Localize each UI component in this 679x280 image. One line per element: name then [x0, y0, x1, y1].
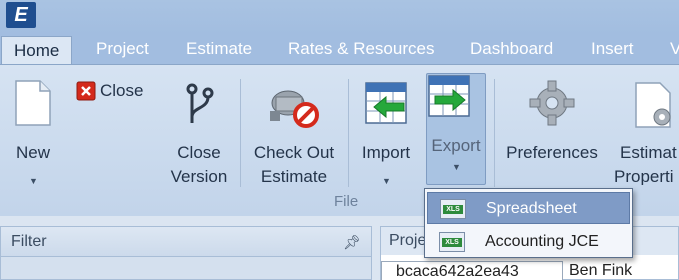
document-gear-icon [635, 82, 671, 128]
xls-icon: XLS [440, 199, 466, 219]
ribbon-separator [240, 79, 241, 187]
export-table-icon [428, 75, 470, 117]
title-bar: E [0, 0, 679, 34]
close-version-label-2: Version [170, 167, 228, 186]
check-out-label-1: Check Out [253, 143, 335, 162]
export-dropdown-menu: XLS Spreadsheet XLS Accounting JCE [424, 188, 633, 258]
branch-icon [186, 83, 214, 123]
preferences-button[interactable]: Preferences [500, 73, 604, 185]
menu-item-accounting-jce-label: Accounting JCE [485, 233, 599, 250]
new-document-icon [15, 80, 51, 126]
chevron-down-icon: ▼ [29, 176, 38, 186]
tab-estimate[interactable]: Estimate [186, 34, 252, 64]
xls-icon: XLS [439, 232, 465, 252]
menu-item-accounting-jce[interactable]: XLS Accounting JCE [427, 226, 630, 258]
menu-item-spreadsheet-label: Spreadsheet [486, 200, 577, 217]
tab-insert[interactable]: Insert [591, 34, 634, 64]
ribbon-separator [348, 79, 349, 187]
export-button[interactable]: Export ▼ [426, 73, 486, 185]
project-owner: Ben Fink [569, 262, 633, 279]
close-label: Close [100, 81, 144, 100]
check-out-estimate-button[interactable]: Check Out Estimate [246, 73, 342, 186]
gear-icon [529, 80, 575, 126]
import-button[interactable]: Import ▼ [354, 73, 418, 186]
estimate-properties-button[interactable]: Estimat Properti [614, 73, 679, 185]
tab-dashboard[interactable]: Dashboard [470, 34, 553, 64]
ribbon-separator [494, 79, 495, 187]
pin-icon[interactable]: 📌︎ [343, 227, 361, 257]
check-out-icon [270, 90, 319, 128]
chevron-down-icon: ▼ [382, 176, 391, 186]
tab-rates-resources[interactable]: Rates & Resources [288, 34, 434, 64]
import-label: Import [361, 143, 411, 162]
close-version-button[interactable]: Close Version [164, 73, 234, 186]
check-out-label-2: Estimate [260, 167, 328, 186]
filter-panel-title: Filter [11, 233, 47, 250]
tab-project[interactable]: Project [96, 34, 149, 64]
ribbon-tab-bar: Home Project Estimate Rates & Resources … [0, 34, 679, 65]
filter-panel: Filter 📌︎ [0, 226, 372, 280]
ribbon-group-label: File [334, 193, 359, 210]
close-button[interactable]: Close [74, 77, 146, 105]
new-label: New [15, 143, 50, 162]
close-version-label-1: Close [177, 143, 221, 162]
app-logo-icon[interactable]: E [6, 2, 36, 28]
tab-home[interactable]: Home [1, 36, 73, 65]
tab-view[interactable]: V [670, 34, 679, 64]
project-id-select[interactable]: bcaca642a2ea43 [381, 261, 563, 280]
menu-item-spreadsheet[interactable]: XLS Spreadsheet [427, 192, 630, 224]
new-button[interactable]: New ▼ [8, 73, 58, 186]
estimate-properties-label-2: Properti [614, 167, 674, 185]
filter-panel-header: Filter 📌︎ [1, 227, 371, 257]
export-label: Export [431, 136, 481, 155]
chevron-down-icon: ▼ [452, 162, 461, 172]
estimate-properties-label-1: Estimat [620, 143, 677, 162]
close-icon [76, 81, 96, 101]
preferences-label: Preferences [506, 143, 598, 162]
import-table-icon [365, 82, 407, 124]
